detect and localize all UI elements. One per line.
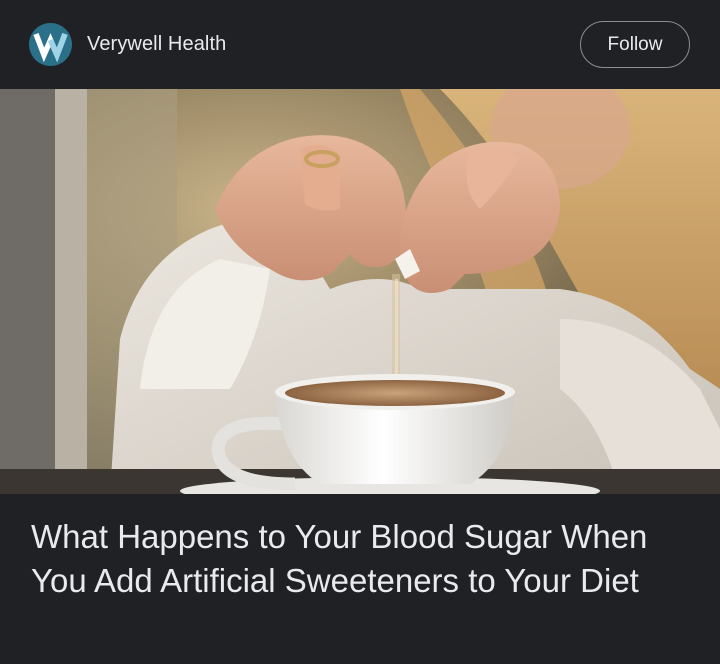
article-image[interactable] xyxy=(0,89,720,494)
article-headline[interactable]: What Happens to Your Blood Sugar When Yo… xyxy=(31,515,701,603)
news-card[interactable]: Verywell Health Follow What Happens to Y… xyxy=(0,0,720,664)
photo-image xyxy=(0,89,720,494)
publisher-name[interactable]: Verywell Health xyxy=(87,33,226,56)
verywell-logo-icon[interactable] xyxy=(29,23,72,66)
follow-button[interactable]: Follow xyxy=(580,21,690,68)
card-header: Verywell Health Follow xyxy=(0,0,720,89)
